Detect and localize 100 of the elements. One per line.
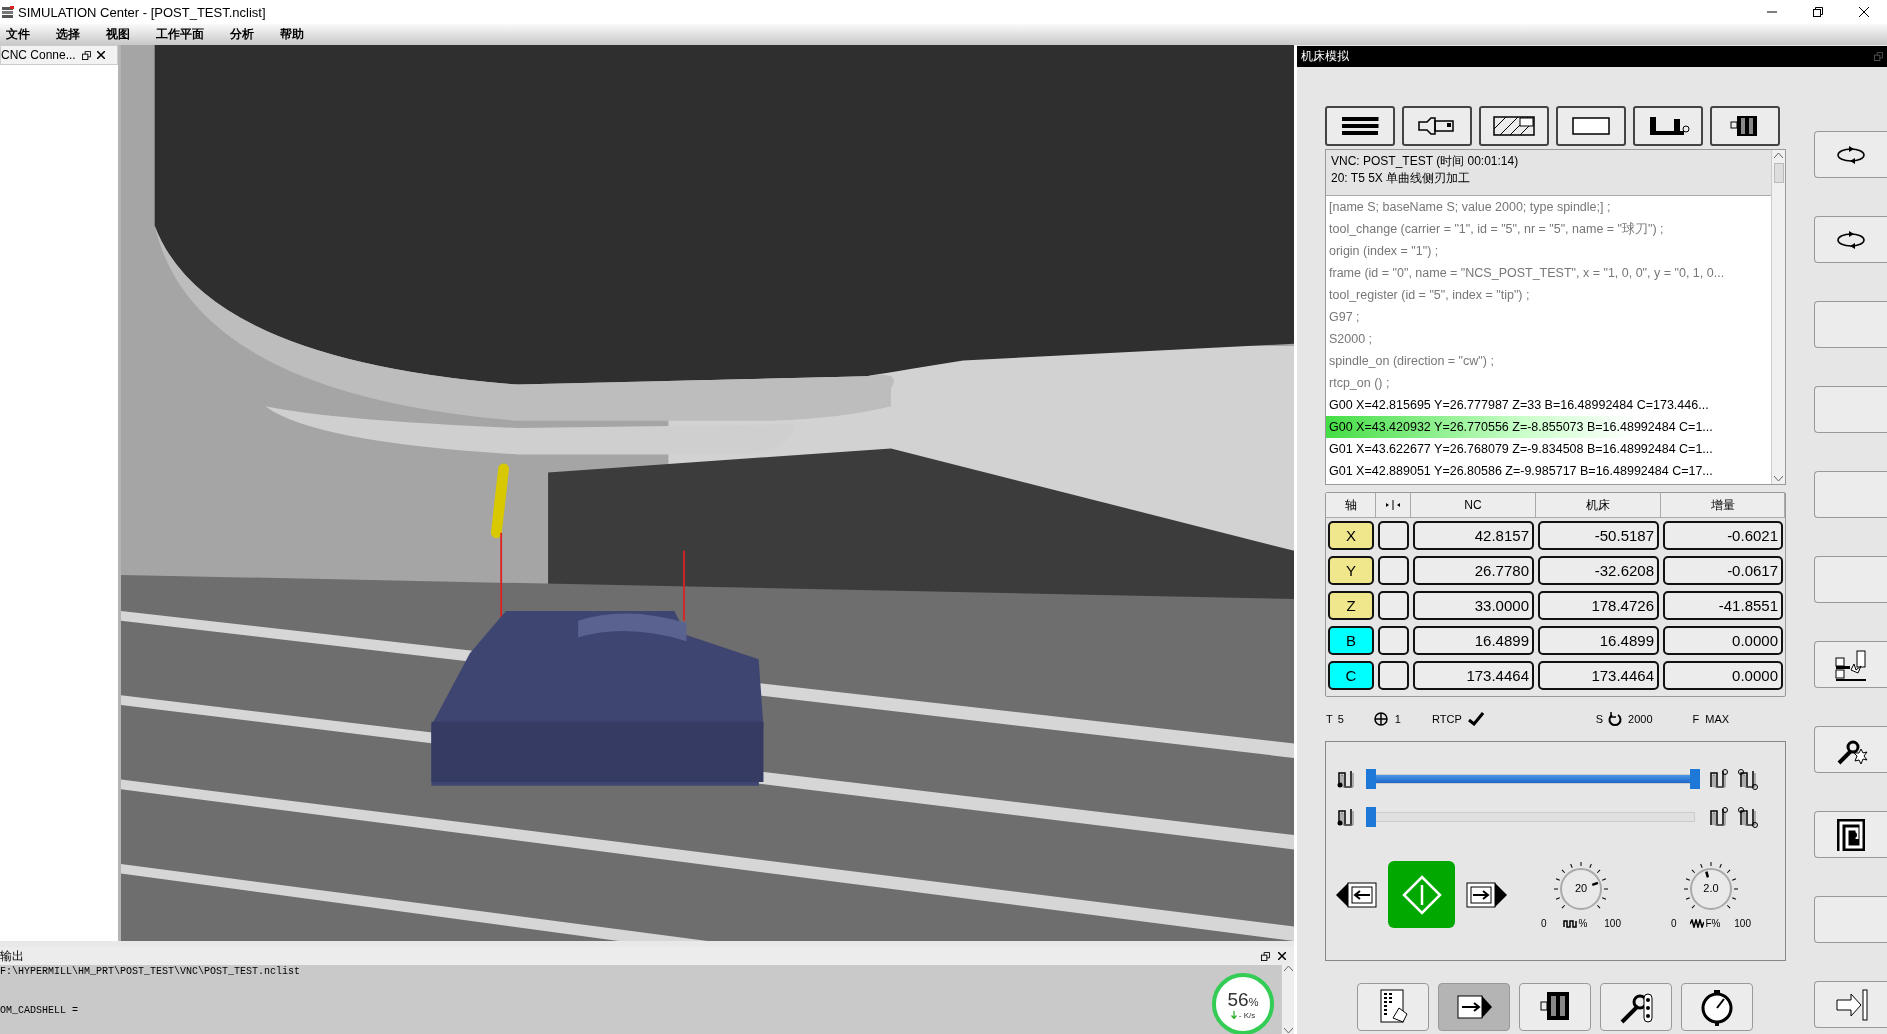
dial-min-label: 0 xyxy=(1541,918,1547,929)
arrow-ruler-icon xyxy=(1833,987,1869,1022)
side-button[interactable] xyxy=(1814,641,1887,688)
code-line[interactable]: rtcp_on () ; xyxy=(1326,372,1771,394)
value-field: -41.8551 xyxy=(1663,591,1783,620)
value-field: 173.4464 xyxy=(1413,661,1534,690)
menu-item[interactable]: 文件 xyxy=(4,26,40,43)
mirror-toggle[interactable] xyxy=(1378,521,1409,550)
start-button[interactable] xyxy=(1388,861,1455,928)
close-icon[interactable] xyxy=(1278,952,1286,960)
axis-button[interactable]: Y xyxy=(1328,556,1374,585)
toolbar-button[interactable] xyxy=(1600,983,1672,1031)
close-icon[interactable] xyxy=(96,51,105,59)
program-listing[interactable] xyxy=(1325,149,1786,485)
toolbar-button[interactable] xyxy=(1710,106,1780,146)
panel-title: 机床模拟 xyxy=(1301,48,1350,65)
value-field: -0.6021 xyxy=(1663,521,1783,550)
toolbar-button[interactable] xyxy=(1681,983,1753,1031)
axis-button[interactable]: X xyxy=(1328,521,1374,550)
toolbar-button[interactable] xyxy=(1357,983,1429,1031)
scrollbar[interactable] xyxy=(1281,965,1294,1034)
menu-item[interactable]: 视图 xyxy=(104,26,140,43)
menu-item[interactable]: 工作平面 xyxy=(154,26,214,43)
menu-item[interactable]: 选择 xyxy=(54,26,90,43)
code-line[interactable]: spindle_on (direction = "cw") ; xyxy=(1326,350,1771,372)
pin-icon[interactable] xyxy=(81,50,91,60)
restore-icon xyxy=(1813,7,1823,17)
tab-label: CNC Conne... xyxy=(1,48,76,62)
code-line[interactable]: G97 ; xyxy=(1326,306,1771,328)
rotation-arrow-icon xyxy=(1608,711,1623,727)
rtcp-label: RTCP xyxy=(1432,713,1462,725)
slider[interactable] xyxy=(1366,768,1700,790)
panel-tab[interactable]: CNC Conne... xyxy=(0,45,118,65)
side-button[interactable] xyxy=(1814,726,1887,773)
scrollbar[interactable] xyxy=(1771,150,1785,484)
dial-value: 20 xyxy=(1573,882,1589,894)
value-field: 26.7780 xyxy=(1413,556,1534,585)
dial-value: 2.0 xyxy=(1702,882,1720,894)
window-title: SIMULATION Center - [POST_TEST.nclist] xyxy=(18,4,267,20)
value-field: 178.4726 xyxy=(1538,591,1659,620)
scroll-up-icon[interactable] xyxy=(1283,965,1293,972)
scroll-down-icon[interactable] xyxy=(1283,1027,1293,1034)
code-line[interactable]: tool_change (carrier = "1", id = "5", nr = "5", name = "球刀") ; xyxy=(1326,218,1771,240)
column-header: NC xyxy=(1411,493,1536,518)
value-field: -50.5187 xyxy=(1538,521,1659,550)
code-line[interactable]: S2000 ; xyxy=(1326,328,1771,350)
crosshair-circle-icon xyxy=(1373,712,1388,726)
path-marker-icon xyxy=(1738,805,1760,829)
dial-unit-label: F% xyxy=(1705,918,1721,929)
slider-handle[interactable] xyxy=(1366,769,1376,789)
path-both-icon xyxy=(1738,767,1760,791)
code-line[interactable]: G01 X=42.889051 Y=26.80586 Z=-9.985717 B=16.48992484 C=17... xyxy=(1326,460,1771,482)
code-line[interactable]: tool_register (id = "5", index = "tip") ; xyxy=(1326,284,1771,306)
mirror-toggle[interactable] xyxy=(1378,556,1409,585)
mirror-toggle[interactable] xyxy=(1378,591,1409,620)
hatched-block-icon xyxy=(1490,113,1538,139)
mirror-toggle[interactable] xyxy=(1378,661,1409,690)
value-field: 16.4899 xyxy=(1413,626,1534,655)
toolbar-button[interactable] xyxy=(1556,106,1626,146)
toolbar-button[interactable] xyxy=(1402,106,1472,146)
spindle-label: S xyxy=(1595,713,1604,725)
toolbar-button[interactable] xyxy=(1633,106,1703,146)
column-header: 轴 xyxy=(1326,493,1376,518)
value-field: 0.0000 xyxy=(1663,661,1783,690)
scroll-up-icon[interactable] xyxy=(1774,152,1783,159)
menu-item[interactable]: 帮助 xyxy=(278,26,314,43)
side-button[interactable] xyxy=(1814,811,1887,858)
code-line[interactable]: G00 X=42.815695 Y=26.777987 Z=33 B=16.48992484 C=173.446... xyxy=(1326,394,1771,416)
toolbar-button[interactable] xyxy=(1479,106,1549,146)
zigzag-icon xyxy=(1690,919,1705,928)
download-arrow-icon xyxy=(1230,1011,1237,1019)
scroll-down-icon[interactable] xyxy=(1774,475,1783,482)
spindle-speed: 2000 xyxy=(1628,713,1653,725)
toolbar-button[interactable] xyxy=(1438,983,1510,1031)
side-button[interactable] xyxy=(1814,216,1887,263)
slider-handle[interactable] xyxy=(1366,807,1376,827)
side-button[interactable] xyxy=(1814,131,1887,178)
code-line[interactable]: origin (index = "1") ; xyxy=(1326,240,1771,262)
scrollbar-thumb[interactable] xyxy=(1773,163,1784,183)
pin-icon[interactable] xyxy=(1261,951,1270,961)
value-field: -0.0617 xyxy=(1663,556,1783,585)
column-header: 增量 xyxy=(1661,493,1785,518)
origin-number: 1 xyxy=(1394,713,1401,725)
code-line[interactable]: G01 X=43.622677 Y=26.768079 Z=-9.834508 B=16.48992484 C=1... xyxy=(1326,438,1771,460)
code-line[interactable]: [name S; baseName S; value 2000; type spindle;] ; xyxy=(1326,196,1771,218)
axis-button[interactable]: C xyxy=(1328,661,1374,690)
mirror-icon xyxy=(1384,500,1402,510)
slider-handle[interactable] xyxy=(1690,769,1700,789)
code-line[interactable]: frame (id = "0", name = "NCS_POST_TEST", x = "1, 0, 0", y = "0, 1, 0... xyxy=(1326,262,1771,284)
menu-item[interactable]: 分析 xyxy=(228,26,264,43)
value-field: 42.8157 xyxy=(1413,521,1534,550)
value-field: 173.4464 xyxy=(1538,661,1659,690)
toolbar-button[interactable] xyxy=(1519,983,1591,1031)
mirror-toggle[interactable] xyxy=(1378,626,1409,655)
axis-button[interactable]: Z xyxy=(1328,591,1374,620)
machine-collision-icon xyxy=(1833,647,1869,682)
toolbar-button[interactable] xyxy=(1325,106,1395,146)
program-header-text: VNC: POST_TEST (时间 00:01:14) xyxy=(1331,153,1520,170)
axis-button[interactable]: B xyxy=(1328,626,1374,655)
path-back-end-icon xyxy=(1708,805,1730,829)
